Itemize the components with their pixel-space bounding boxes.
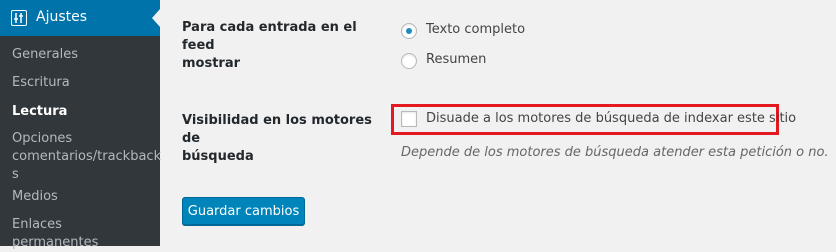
radio-texto-completo-label[interactable]: Texto completo <box>426 22 525 37</box>
visibility-field-label: Visibilidad en los motores de búsqueda <box>182 112 372 166</box>
current-menu-arrow <box>152 9 160 27</box>
visibility-label-line2: búsqueda <box>182 149 254 164</box>
menu-settings-label: Ajustes <box>36 9 88 25</box>
radio-resumen[interactable] <box>401 53 417 69</box>
admin-sidebar: Ajustes Generales Escritura Lectura Opci… <box>0 0 161 250</box>
feed-label-line2: mostrar <box>182 56 241 71</box>
menu-settings[interactable]: Ajustes <box>0 0 160 36</box>
discourage-indexing-checkbox[interactable] <box>401 111 417 127</box>
submenu-item-escritura[interactable]: Escritura <box>12 74 152 92</box>
submenu-item-medios[interactable]: Medios <box>12 188 152 206</box>
submenu-item-lectura[interactable]: Lectura <box>12 103 152 121</box>
submenu-item-comentarios[interactable]: Opciones comentarios/trackback s <box>12 130 161 184</box>
feed-label-line1: Para cada entrada en el feed <box>182 20 357 53</box>
radio-selected-dot <box>406 28 412 34</box>
submenu-item-generales[interactable]: Generales <box>12 46 152 64</box>
save-changes-button[interactable]: Guardar cambios <box>182 197 305 225</box>
feed-field-label: Para cada entrada en el feed mostrar <box>182 19 372 73</box>
settings-submenu: Generales Escritura Lectura Opciones com… <box>0 36 161 250</box>
submenu-item-enlaces[interactable]: Enlaces permanentes <box>12 216 152 252</box>
visibility-label-line1: Visibilidad en los motores de <box>182 113 372 146</box>
settings-sliders-icon <box>11 10 27 26</box>
visibility-description: Depende de los motores de búsqueda atend… <box>401 145 829 160</box>
discourage-indexing-label[interactable]: Disuade a los motores de búsqueda de ind… <box>426 111 796 126</box>
radio-resumen-label[interactable]: Resumen <box>426 52 486 67</box>
radio-texto-completo[interactable] <box>401 23 417 39</box>
